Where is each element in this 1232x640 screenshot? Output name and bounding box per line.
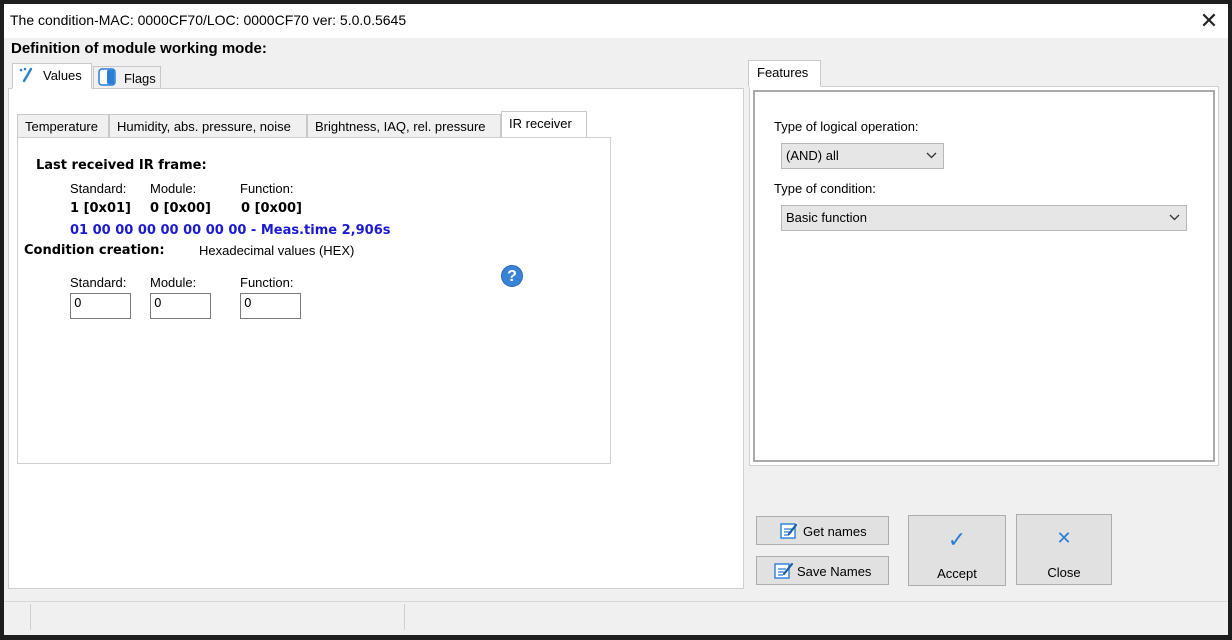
input-function-label: Function: bbox=[240, 275, 294, 290]
values-icon bbox=[18, 67, 34, 83]
status-divider bbox=[404, 604, 405, 630]
edit-list-icon bbox=[780, 522, 798, 540]
standard-input[interactable]: 0 bbox=[70, 293, 131, 319]
get-names-label: Get names bbox=[803, 524, 867, 539]
subtab-temperature[interactable]: Temperature bbox=[17, 114, 109, 138]
close-icon: ✕ bbox=[1056, 528, 1072, 549]
page-title: Definition of module working mode: bbox=[11, 40, 267, 57]
input-standard-label: Standard: bbox=[70, 275, 127, 290]
input-module-label: Module: bbox=[150, 275, 197, 290]
status-bar bbox=[4, 601, 1228, 632]
frame-module-value: 0 [0x00] bbox=[150, 201, 211, 216]
frame-module-label: Module: bbox=[150, 181, 197, 196]
hex-note: Hexadecimal values (HEX) bbox=[199, 243, 355, 258]
subtab-humidity[interactable]: Humidity, abs. pressure, noise bbox=[109, 114, 307, 138]
tab-values-label: Values bbox=[43, 68, 82, 83]
logical-op-value: (AND) all bbox=[786, 148, 839, 163]
ir-frame-data: 01 00 00 00 00 00 00 00 - Meas.time 2,90… bbox=[70, 223, 391, 238]
tab-flags[interactable]: Flags bbox=[93, 66, 161, 89]
save-names-label: Save Names bbox=[797, 564, 872, 579]
close-button[interactable]: ✕ Close bbox=[1016, 514, 1112, 585]
condition-type-select[interactable]: Basic function bbox=[781, 205, 1187, 231]
tab-flags-label: Flags bbox=[124, 71, 156, 86]
accept-label: Accept bbox=[937, 566, 977, 581]
subtab-ir-receiver[interactable]: IR receiver bbox=[501, 111, 587, 138]
checkmark-icon: ✓ bbox=[947, 528, 967, 553]
window-title: The condition-MAC: 0000CF70/LOC: 0000CF7… bbox=[10, 12, 407, 28]
flags-icon bbox=[98, 68, 116, 86]
chevron-down-icon bbox=[1169, 206, 1180, 239]
accept-button[interactable]: ✓ Accept bbox=[908, 515, 1006, 586]
logical-op-label: Type of logical operation: bbox=[774, 119, 919, 134]
logical-op-select[interactable]: (AND) all bbox=[781, 143, 944, 169]
tab-values[interactable]: Values bbox=[12, 63, 92, 89]
title-bar: The condition-MAC: 0000CF70/LOC: 0000CF7… bbox=[4, 4, 1228, 38]
get-names-button[interactable]: Get names bbox=[756, 516, 889, 545]
window-close-button[interactable]: ✕ bbox=[1194, 7, 1224, 35]
condition-type-label: Type of condition: bbox=[774, 181, 876, 196]
frame-function-label: Function: bbox=[240, 181, 294, 196]
condition-type-value: Basic function bbox=[786, 210, 867, 225]
chevron-down-icon bbox=[926, 144, 937, 177]
tab-features[interactable]: Features bbox=[748, 60, 821, 87]
close-label: Close bbox=[1047, 565, 1081, 580]
last-frame-title: Last received IR frame: bbox=[36, 158, 207, 173]
save-list-icon bbox=[774, 562, 794, 580]
module-input[interactable]: 0 bbox=[150, 293, 211, 319]
frame-standard-value: 1 [0x01] bbox=[70, 201, 131, 216]
save-names-button[interactable]: Save Names bbox=[756, 556, 889, 585]
subtab-brightness[interactable]: Brightness, IAQ, rel. pressure bbox=[307, 114, 501, 138]
status-divider bbox=[30, 604, 31, 630]
frame-function-value: 0 [0x00] bbox=[241, 201, 302, 216]
condition-creation-label: Condition creation: bbox=[24, 243, 165, 258]
help-icon[interactable]: ? bbox=[501, 265, 523, 287]
frame-standard-label: Standard: bbox=[70, 181, 127, 196]
function-input[interactable]: 0 bbox=[240, 293, 301, 319]
